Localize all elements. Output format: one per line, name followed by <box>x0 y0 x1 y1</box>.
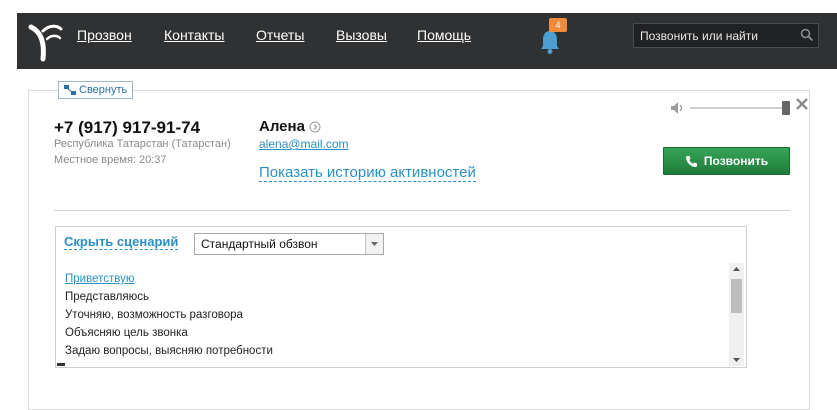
contact-name-text: Алена <box>259 118 305 135</box>
scenario-select-value: Стандартный обзвон <box>201 237 318 251</box>
phone-number: +7 (917) 917-91-74 <box>54 118 201 137</box>
volume-slider-track[interactable] <box>690 107 788 109</box>
truncated-step-marker <box>57 363 65 366</box>
search-icon[interactable] <box>800 28 814 42</box>
activity-history-link[interactable]: Показать историю активностей <box>259 164 476 182</box>
nav-item-reports[interactable]: Отчеты <box>256 27 304 43</box>
collapse-label: Свернуть <box>79 84 128 96</box>
panel-divider <box>54 210 790 211</box>
volume-icon[interactable] <box>670 101 686 115</box>
nav-item-help[interactable]: Помощь <box>417 27 471 43</box>
scroll-down-arrow-icon[interactable] <box>729 354 744 366</box>
script-step-introduce[interactable]: Представляюсь <box>65 291 149 303</box>
script-step-ask-questions[interactable]: Задаю вопросы, выясняю потребности <box>65 345 273 357</box>
search-box <box>633 23 819 48</box>
local-time-text: Местное время: 20:37 <box>54 154 167 166</box>
script-step-check-availability[interactable]: Уточняю, возможность разговора <box>65 309 243 321</box>
top-navigation-bar: Прозвон Контакты Отчеты Вызовы Помощь 4 <box>17 13 837 69</box>
volume-slider-handle[interactable] <box>782 101 790 115</box>
call-button-label: Позвонить <box>703 154 769 168</box>
script-step-explain-purpose[interactable]: Объясняю цель звонка <box>65 327 188 339</box>
scenario-select[interactable]: Стандартный обзвон <box>194 233 384 255</box>
contact-details-arrow-icon[interactable] <box>309 121 321 133</box>
nav-item-prozvon[interactable]: Прозвон <box>77 27 132 43</box>
nav-item-calls[interactable]: Вызовы <box>336 27 387 43</box>
select-arrow[interactable] <box>365 234 383 254</box>
region-text: Республика Татарстан (Татарстан) <box>54 138 231 150</box>
collapse-icon <box>64 85 76 95</box>
app-logo-icon[interactable] <box>25 17 65 65</box>
hide-script-link[interactable]: Скрыть сценарий <box>64 234 179 250</box>
search-input[interactable] <box>634 24 794 47</box>
chevron-down-icon <box>371 242 378 246</box>
contact-email-link[interactable]: alena@mail.com <box>259 137 349 151</box>
script-step-greeting[interactable]: Приветствую <box>65 273 134 285</box>
script-scrollbar[interactable] <box>729 263 744 366</box>
call-button[interactable]: Позвонить <box>663 147 790 175</box>
scroll-up-arrow-icon[interactable] <box>729 263 744 275</box>
collapse-button[interactable]: Свернуть <box>58 81 134 99</box>
scrollbar-thumb[interactable] <box>731 279 742 313</box>
contact-name: Алена <box>259 118 321 135</box>
notifications-count-badge: 4 <box>549 18 567 32</box>
close-icon[interactable] <box>794 96 810 112</box>
phone-icon <box>685 155 697 167</box>
nav-item-contacts[interactable]: Контакты <box>164 27 224 43</box>
